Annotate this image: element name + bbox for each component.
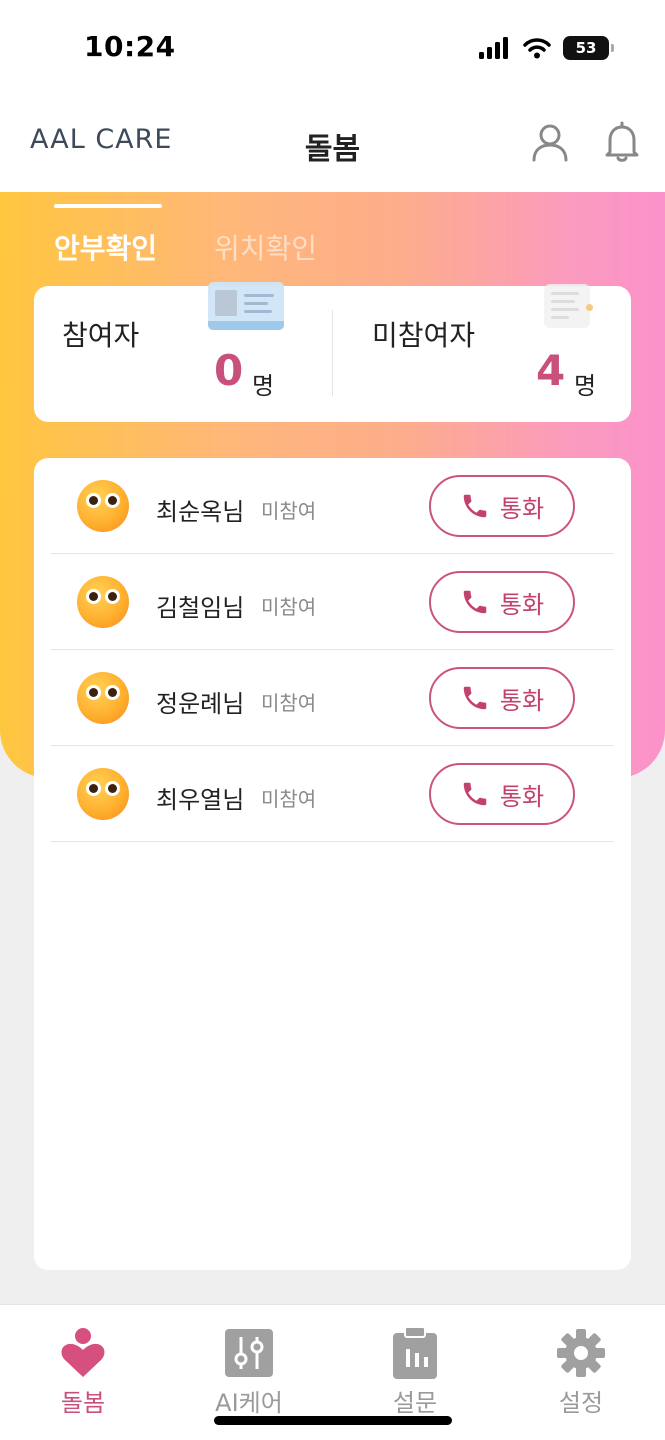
- signal-icon: [479, 37, 508, 59]
- sliders-icon: [225, 1329, 273, 1377]
- participants-count: 0: [214, 346, 244, 395]
- person-name: 김철임님: [156, 594, 245, 622]
- person-status: 미참여: [261, 691, 317, 715]
- summary-card: 참여자 0 명 미참여자 4 명: [34, 286, 631, 422]
- member-list: 최순옥님 미참여 통화 김철임님 미참여 통화 정운례님 미참여 통화 최우열님…: [34, 458, 631, 1270]
- participants-label: 참여자: [62, 319, 140, 352]
- phone-icon: [463, 494, 487, 518]
- tab-check-in[interactable]: 안부확인: [54, 227, 157, 267]
- clipboard-icon: [393, 1327, 437, 1379]
- person-name: 정운례님: [156, 690, 245, 718]
- emoji-avatar-icon: [77, 768, 129, 820]
- call-button[interactable]: 통화: [429, 667, 575, 729]
- person-status: 미참여: [261, 787, 317, 811]
- home-indicator: [214, 1416, 452, 1425]
- heart-person-icon: [61, 1328, 105, 1377]
- battery-indicator: 53: [563, 36, 614, 60]
- person-status: 미참여: [261, 595, 317, 619]
- call-button[interactable]: 통화: [429, 571, 575, 633]
- list-item: 김철임님 미참여 통화: [51, 554, 614, 650]
- non-participants-label: 미참여자: [372, 319, 476, 352]
- list-item: 최우열님 미참여 통화: [51, 746, 614, 842]
- call-button-label: 통화: [499, 782, 545, 811]
- nav-survey-label: 설문: [392, 1389, 438, 1417]
- person-name: 최우열님: [156, 786, 245, 814]
- status-bar: 10:24 53: [0, 0, 665, 100]
- call-button-label: 통화: [499, 686, 545, 715]
- bell-icon[interactable]: [600, 120, 644, 164]
- tab-location[interactable]: 위치확인: [214, 227, 317, 267]
- call-button[interactable]: 통화: [429, 475, 575, 537]
- emoji-avatar-icon: [77, 480, 129, 532]
- emoji-avatar-icon: [77, 576, 129, 628]
- active-tab-indicator: [54, 204, 162, 208]
- list-item: 정운례님 미참여 통화: [51, 650, 614, 746]
- nav-settings-label: 설정: [558, 1389, 604, 1417]
- person-name: 최순옥님: [156, 498, 245, 526]
- nav-care[interactable]: 돌봄: [0, 1305, 166, 1440]
- phone-icon: [463, 782, 487, 806]
- status-time: 10:24: [84, 30, 176, 63]
- phone-icon: [463, 686, 487, 710]
- wifi-icon: [523, 38, 551, 59]
- call-button[interactable]: 통화: [429, 763, 575, 825]
- participants-unit: 명: [252, 372, 275, 400]
- nav-settings[interactable]: 설정: [498, 1305, 664, 1440]
- non-participants-unit: 명: [574, 372, 597, 400]
- status-icons: 53: [479, 36, 614, 60]
- non-participants-count: 4: [536, 346, 566, 395]
- id-card-icon: [208, 282, 284, 330]
- note-icon: [544, 284, 593, 328]
- gear-icon: [557, 1329, 605, 1377]
- nav-ai-care-label: AI케어: [215, 1389, 283, 1417]
- list-item: 최순옥님 미참여 통화: [51, 458, 614, 554]
- app-header: AAL CARE 돌봄: [0, 100, 665, 192]
- emoji-avatar-icon: [77, 672, 129, 724]
- person-icon[interactable]: [528, 120, 572, 164]
- call-button-label: 통화: [499, 590, 545, 619]
- call-button-label: 통화: [499, 494, 545, 523]
- summary-divider: [332, 310, 333, 396]
- person-status: 미참여: [261, 499, 317, 523]
- nav-care-label: 돌봄: [60, 1389, 106, 1417]
- phone-icon: [463, 590, 487, 614]
